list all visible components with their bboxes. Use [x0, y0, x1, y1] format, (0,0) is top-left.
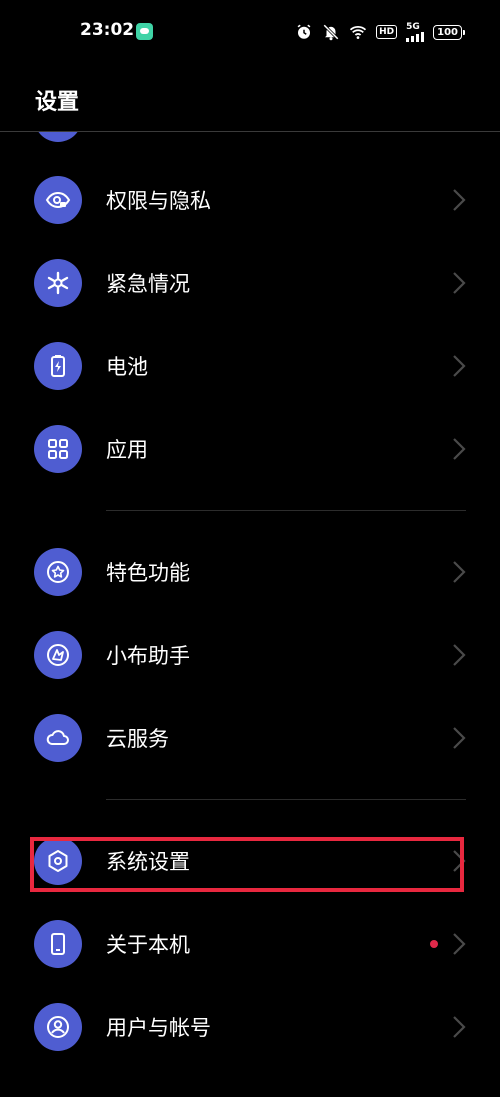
settings-item-label: 关于本机 — [106, 933, 190, 957]
chevron-right-icon — [452, 560, 466, 584]
battery-indicator: 100 — [433, 24, 465, 40]
status-bar: 23:02 HD 5G 100 — [0, 0, 500, 64]
settings-item-label: 云服务 — [106, 727, 169, 751]
cloud-icon — [34, 714, 82, 762]
apps-grid-icon — [34, 425, 82, 473]
hd-badge: HD — [376, 25, 398, 39]
chevron-right-icon — [452, 437, 466, 461]
asterisk-icon — [34, 259, 82, 307]
star-circle-icon — [34, 548, 82, 596]
settings-item-about[interactable]: 关于本机 — [0, 903, 500, 985]
settings-item-battery[interactable]: 电池 — [0, 325, 500, 407]
chevron-right-icon — [452, 726, 466, 750]
chevron-right-icon — [452, 932, 466, 956]
section-divider — [106, 799, 466, 800]
alarm-icon — [295, 23, 313, 41]
settings-item-emergency[interactable]: 紧急情况 — [0, 242, 500, 324]
settings-item-features[interactable]: 特色功能 — [0, 531, 500, 613]
settings-item-accounts[interactable]: 用户与帐号 — [0, 986, 500, 1068]
user-circle-icon — [34, 1003, 82, 1051]
highlight-box — [30, 837, 464, 892]
status-time: 23:02 — [80, 20, 135, 40]
page-title: 设置 — [35, 90, 80, 115]
chevron-right-icon — [452, 1015, 466, 1039]
settings-item-apps[interactable]: 应用 — [0, 408, 500, 490]
section-divider — [106, 510, 466, 511]
message-app-icon — [136, 23, 153, 40]
chevron-right-icon — [452, 188, 466, 212]
chevron-right-icon — [452, 271, 466, 295]
eye-lock-icon — [34, 176, 82, 224]
wifi-icon — [349, 23, 367, 41]
signal-5g: 5G — [406, 22, 425, 42]
chevron-right-icon — [452, 643, 466, 667]
settings-item-label: 小布助手 — [106, 644, 190, 668]
settings-item-label: 用户与帐号 — [106, 1016, 211, 1040]
network-type: 5G — [406, 22, 420, 32]
chevron-right-icon — [452, 354, 466, 378]
settings-item-label: 权限与隐私 — [106, 189, 211, 213]
settings-item-label: 紧急情况 — [106, 272, 190, 296]
partially-hidden-item-icon — [34, 132, 82, 142]
signal-bars-icon — [406, 32, 425, 42]
settings-item-label: 电池 — [106, 355, 148, 379]
settings-item-privacy[interactable]: 权限与隐私 — [0, 159, 500, 241]
settings-item-label: 应用 — [106, 438, 148, 462]
settings-list[interactable]: 权限与隐私 紧急情况 电池 应用 特色功能 小布助手 云服务 系统设置 关于本机… — [0, 132, 500, 1097]
mute-bell-icon — [322, 23, 340, 41]
settings-item-label: 特色功能 — [106, 561, 190, 585]
settings-item-cloud[interactable]: 云服务 — [0, 697, 500, 779]
assistant-icon — [34, 631, 82, 679]
settings-item-assistant[interactable]: 小布助手 — [0, 614, 500, 696]
notification-dot — [430, 940, 438, 948]
phone-icon — [34, 920, 82, 968]
status-icons: HD 5G 100 — [295, 22, 465, 42]
battery-icon — [34, 342, 82, 390]
